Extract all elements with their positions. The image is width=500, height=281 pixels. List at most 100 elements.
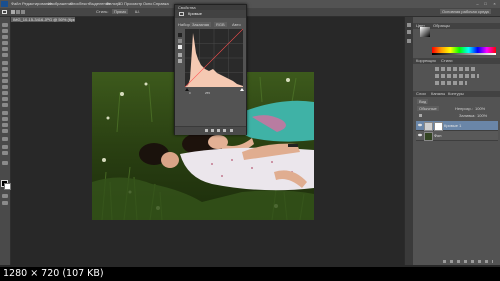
move-tool-icon[interactable] [2,23,8,27]
opacity-label: Непрозр.: [455,106,473,111]
preset-row: Набор: Заказная RGB Авто [178,22,243,27]
clip-to-layer-icon[interactable] [205,129,208,132]
3d-tool-icon[interactable] [2,137,8,141]
tab-adjustments[interactable]: Коррекция [416,58,436,63]
minimize-button[interactable]: – [474,1,481,6]
actions-icon[interactable] [407,30,411,34]
adjustment-icons-row-2[interactable] [435,74,479,78]
properties-panel: Свойства Кривые Набор: Заказная RGB Авто… [174,4,247,135]
gradient-tool-icon[interactable] [2,91,8,95]
swatch-preview[interactable] [420,27,430,37]
eye-icon[interactable] [418,133,422,137]
screen-mode-icon[interactable] [2,201,8,205]
tools-panel [0,17,11,265]
lasso-tool-icon[interactable] [2,35,8,39]
layer-mask-thumbnail[interactable] [434,122,443,131]
style-label: Стиль: [96,9,109,14]
brush-tool-icon[interactable] [2,67,8,71]
close-button[interactable]: × [491,1,498,6]
default-colors-icon[interactable] [2,161,8,165]
visibility-icon[interactable] [223,129,226,132]
adjustment-icons-row[interactable] [435,67,475,71]
kind-filter-select[interactable]: Вид [417,99,429,104]
opacity-value[interactable]: 100% [475,106,485,111]
subtract-selection-icon[interactable] [21,10,25,14]
sample-gray-icon[interactable] [178,39,182,43]
quick-select-tool-icon[interactable] [2,41,8,45]
workspace-select[interactable]: Основная рабочая среда [440,9,491,14]
background-color-swatch[interactable] [4,183,11,190]
adjustment-layer-thumbnail [424,122,433,131]
input-slider-white[interactable] [240,88,244,91]
healing-tool-icon[interactable] [2,61,8,65]
preset-select[interactable]: Заказная [190,22,212,27]
fill-label: Заливка: [459,113,476,118]
tab-styles[interactable]: Стили [441,58,453,63]
marquee-tool-icon[interactable] [2,10,7,14]
reset-icon[interactable] [217,129,220,132]
smooth-icon[interactable] [178,59,182,63]
layer-thumbnail [424,132,433,141]
image-size-label: 1280 × 720 (107 KB) [3,268,104,279]
dodge-tool-icon[interactable] [2,103,8,107]
ps-logo [1,1,8,7]
tab-layers[interactable]: Слои [416,91,426,96]
menu-window[interactable]: Окно [143,1,152,6]
view-previous-icon[interactable] [211,129,214,132]
hand-tool-icon[interactable] [2,145,8,149]
pen-tool-icon[interactable] [2,111,8,115]
properties-icon[interactable] [407,39,411,43]
grayscale-ramp[interactable] [432,53,496,55]
eye-icon[interactable] [418,123,422,127]
menu-file[interactable]: Файл [11,1,21,6]
zoom-tool-icon[interactable] [2,151,8,155]
curves-graph[interactable] [185,29,243,87]
history-brush-tool-icon[interactable] [2,79,8,83]
fill-value[interactable]: 100% [477,113,487,118]
style-select[interactable]: Прямо [112,9,129,14]
menu-view[interactable]: Просмотр [124,1,142,6]
shape-tool-icon[interactable] [2,129,8,133]
curves-icon [179,12,184,16]
tab-paths[interactable]: Контуры [448,91,464,96]
eraser-tool-icon[interactable] [2,85,8,89]
eyedropper-tool-icon[interactable] [2,53,8,57]
blur-tool-icon[interactable] [2,97,8,101]
input-value[interactable]: 0 [189,91,191,95]
layer-actions-bar[interactable] [443,260,493,263]
menu-type[interactable]: Текст [79,1,89,6]
auto-button[interactable]: Авто [232,22,241,27]
right-panels: Цвет Образцы Коррекция Стили Слои Каналы… [413,17,500,265]
menu-3d[interactable]: 3D [118,1,123,6]
tab-channels[interactable]: Каналы [431,91,445,96]
add-selection-icon[interactable] [16,10,20,14]
blend-mode-select[interactable]: Обычные [417,106,439,111]
path-select-tool-icon[interactable] [2,123,8,127]
new-selection-icon[interactable] [11,10,15,14]
properties-footer [175,126,246,135]
channel-select[interactable]: RGB [214,22,227,27]
layer-name: Кривые 1 [444,123,462,128]
trash-icon[interactable] [230,129,233,132]
maximize-button[interactable]: □ [482,1,489,6]
document-tab[interactable]: IMG_10-15-3416.JPG @ 50% (Кривые 1, Слой… [11,17,75,22]
properties-title: Кривые [188,11,203,16]
options-bar: Стиль: Прямо Ш. Уточн. край... Основная … [0,8,500,17]
history-icon[interactable] [407,23,411,27]
menu-help[interactable]: Справка [153,1,169,6]
marquee-tool-icon[interactable] [2,29,8,33]
sample-black-icon[interactable] [178,33,182,37]
sample-white-icon[interactable] [178,45,182,49]
adjustment-icons-row-3[interactable] [435,81,467,85]
width-label: Ш. [135,9,140,14]
layer-row-curves[interactable]: Кривые 1 [416,121,498,131]
tab-swatches[interactable]: Образцы [433,23,450,28]
output-value[interactable]: 255 [205,91,210,95]
clone-stamp-tool-icon[interactable] [2,73,8,77]
type-tool-icon[interactable] [2,117,8,121]
pencil-icon[interactable] [178,53,182,57]
layer-row-background[interactable]: Фон [416,131,498,141]
lock-icon[interactable] [419,114,422,117]
quick-mask-icon[interactable] [2,194,8,198]
crop-tool-icon[interactable] [2,47,8,51]
